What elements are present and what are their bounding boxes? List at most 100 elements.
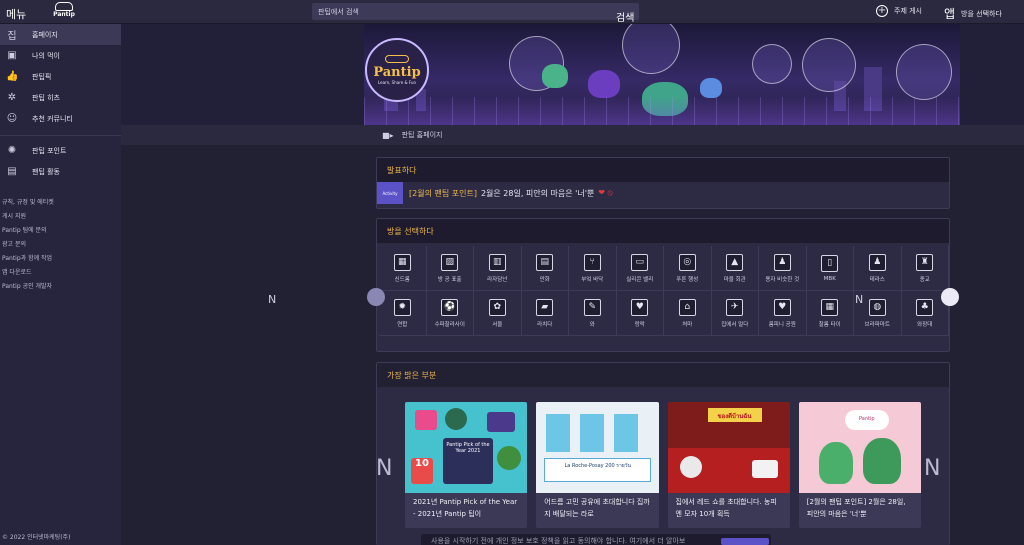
rooms-next-button[interactable]	[941, 288, 959, 306]
room-item[interactable]: ♟ 테라스	[854, 246, 902, 291]
card-image: La Roche-Posay 200 รายวัน	[536, 402, 659, 493]
cookie-accept-button[interactable]	[721, 538, 769, 545]
room-item[interactable]: ♟ 용자 비슷한 것	[759, 246, 807, 291]
room-item[interactable]: ◎ 푸른 행성	[664, 246, 712, 291]
sidebar-item-1[interactable]: 집 홈페이지	[0, 24, 121, 45]
top-bar: 메뉴 Pantip 판팁에서 검색 검색 + 주제 게시 앱 방을 선택하다	[0, 0, 1024, 24]
cookie-consent-bar: 사용을 시작하기 전에 개인 정보 보호 정책을 읽고 동의해야 합니다. 여기…	[421, 534, 771, 545]
search-icon[interactable]: 검색	[616, 9, 634, 24]
highlight-card[interactable]: Pantip [2월의 팬팁 포인트] 2월은 28일, 피안의 마음은 '너'…	[798, 402, 921, 528]
room-label: 연합	[397, 321, 408, 328]
sidebar-footer-link[interactable]: 게시 지원	[2, 210, 121, 224]
sidebar-footer-link[interactable]: 규칙, 규정 및 에티켓	[2, 196, 121, 210]
room-item[interactable]: ♥ 랑락	[616, 291, 664, 336]
room-item[interactable]: ▰ 라치다	[521, 291, 569, 336]
sidebar-item-4[interactable]: ✲ 판팁 히츠	[0, 87, 121, 108]
room-item[interactable]: ♜ 종교	[901, 246, 949, 291]
announcement-item[interactable]: Activity [2월의 팬팁 포인트] 2월은 28일, 피안의 마음은 '…	[377, 182, 949, 204]
room-item[interactable]: ▭ 실리콘 밸리	[616, 246, 664, 291]
rooms-right-marker: N	[855, 293, 864, 306]
room-item[interactable]: ⚽ 수파찰라사이	[426, 291, 474, 336]
room-item[interactable]: ✈ 집에서 멀다	[711, 291, 759, 336]
sindrome-icon: ▦	[393, 253, 411, 271]
announcement-link[interactable]: [2월의 팬팁 포인트]	[409, 188, 477, 199]
sidebar-item-2[interactable]: ▣ 나의 먹이	[0, 45, 121, 66]
room-label: 푸른 행성	[676, 276, 699, 283]
room-label: 찰롬 타이	[818, 321, 841, 328]
card-title[interactable]: 어드름 고민 공유에 초대합니다 집까지 배달되는 라로	[536, 493, 658, 528]
sidebar-item-label: 판팁 히츠	[32, 93, 60, 102]
room-label: 종교	[919, 276, 930, 283]
banner-logo: Pantip Learn, Share & Fun	[365, 38, 429, 102]
card-title[interactable]: 2021년 Pantip Pick of the Year - 2021년 Pa…	[405, 493, 527, 528]
sidebar-item-7[interactable]: ▤ 팬팁 활동	[0, 161, 121, 182]
new-topic-button[interactable]: + 주제 게시	[876, 5, 922, 17]
room-item[interactable]: ▲ 마을 회관	[711, 246, 759, 291]
room-item[interactable]: ▤ 만화	[521, 246, 569, 291]
sidebar-item-5[interactable]: ☺ 추천 커뮤니티	[0, 108, 121, 129]
room-item[interactable]: ✹ 연합	[379, 291, 427, 336]
room-label: 집에서 멀다	[721, 321, 749, 328]
highlight-card[interactable]: 10 Pantip Pick of the Year 2021 2021년 Pa…	[405, 402, 528, 528]
choose-room-button[interactable]: 앱 방을 선택하다	[944, 5, 1002, 22]
sidebar-footer-link[interactable]: Pantip 팀에 문의	[2, 224, 121, 238]
sidebar-footer-link[interactable]: Pantip과 함께 작업	[2, 252, 121, 266]
rooms-panel: 방을 선택하다 ▦ 신드롬 ▨ 방 공 표출 ▥ 라자담넌 ▤ 만화 ⑂ 부엌 바닥 ▭ 실리콘 밸리…	[376, 218, 950, 352]
card-image-text: Pantip	[858, 416, 875, 422]
room-item[interactable]: ▨ 방 공 표출	[426, 246, 474, 291]
sidebar-footer-link[interactable]: 광고 문의	[2, 238, 121, 252]
cards-next-marker[interactable]: N	[924, 456, 940, 481]
room-label: 신드롬	[394, 276, 410, 283]
heart-hand-icon: ♥	[631, 298, 649, 316]
sidebar-item-label: 판팁 포인트	[32, 146, 67, 155]
sidebar: 집 홈페이지 ▣ 나의 먹이 👍 판팁픽 ✲ 판팁 히츠 ☺ 추천 커뮤니티 ✺ 판팁 포인트 ▤ 팬팁 …	[0, 24, 121, 545]
room-item[interactable]: ⌂ 처마	[664, 291, 712, 336]
sidebar-footer-link[interactable]: 앱 다운로드	[2, 266, 121, 280]
house-icon: ⌂	[678, 298, 696, 316]
sidebar-item-6[interactable]: ✺ 판팁 포인트	[0, 140, 121, 161]
heart-icon: ❤ ⦸	[598, 188, 613, 197]
rooms-title: 방을 선택하다	[377, 219, 949, 243]
smile-icon: ☺	[6, 113, 18, 124]
rooms-prev-button[interactable]	[367, 288, 385, 306]
sidebar-divider	[0, 135, 121, 136]
room-item[interactable]: ⑂ 부엌 바닥	[569, 246, 617, 291]
menu-button[interactable]: 메뉴	[6, 6, 34, 22]
sidebar-footer-link[interactable]: Pantip 공인 개발자	[2, 280, 121, 294]
gallery-icon: ▨	[441, 253, 459, 271]
card-title[interactable]: [2월의 팬팁 포인트] 2월은 28일, 피안의 마음은 '너'뿐	[799, 493, 921, 528]
religion-icon: ♜	[916, 253, 934, 271]
announcement-title: 발표하다	[377, 158, 949, 182]
card-image-text: ของดีบ้านฉัน	[717, 413, 752, 420]
tent-icon: ▲	[726, 253, 744, 271]
card-title[interactable]: 집에서 레드 쇼를 초대합니다. 농피엔 모자 10개 획득	[668, 493, 790, 528]
breadcrumb-label[interactable]: 판팁 홈페이지	[402, 130, 443, 140]
highlight-card[interactable]: La Roche-Posay 200 รายวัน 어드름 고민 공유에 초대합…	[536, 402, 659, 528]
room-item[interactable]: ✿ 서울	[474, 291, 522, 336]
phone-icon: ▯	[821, 254, 839, 272]
room-item[interactable]: ✎ 와	[569, 291, 617, 336]
card-image: Pantip	[798, 402, 921, 493]
feed-icon: ▣	[7, 50, 17, 61]
search-input[interactable]: 판팁에서 검색	[312, 3, 639, 20]
room-item[interactable]: ▦ 찰롬 타이	[806, 291, 854, 336]
logo-glasses-icon	[55, 2, 73, 11]
cards-prev-marker[interactable]: N	[376, 456, 392, 481]
sidebar-item-3[interactable]: 👍 판팁픽	[0, 66, 121, 87]
highlight-card[interactable]: ของดีบ้านฉัน 집에서 레드 쇼를 초대합니다. 농피엔 모자 10개…	[667, 402, 790, 528]
room-item[interactable]: ♥ 룸피니 공원	[759, 291, 807, 336]
announcement-text: 2월은 28일, 피안의 마음은 '너'뿐	[480, 188, 595, 198]
home-icon: 집	[7, 31, 17, 42]
thumbs-up-icon: 👍	[6, 71, 19, 82]
room-label: 용자 비슷한 것	[765, 276, 800, 283]
pantip-logo[interactable]: Pantip	[50, 2, 78, 22]
room-item[interactable]: ▥ 라자담넌	[474, 246, 522, 291]
sidebar-item-label: 추천 커뮤니티	[32, 114, 73, 123]
gear-icon: ✹	[393, 298, 411, 316]
trending-icon: ✲	[7, 92, 17, 103]
room-item[interactable]: ▯ MBK	[806, 246, 854, 291]
room-label: 수파찰라사이	[434, 321, 465, 328]
room-item[interactable]: ▦ 신드롬	[379, 246, 427, 291]
room-label: 부엌 바닥	[581, 276, 604, 283]
activity-ribbon: Activity	[377, 182, 403, 204]
